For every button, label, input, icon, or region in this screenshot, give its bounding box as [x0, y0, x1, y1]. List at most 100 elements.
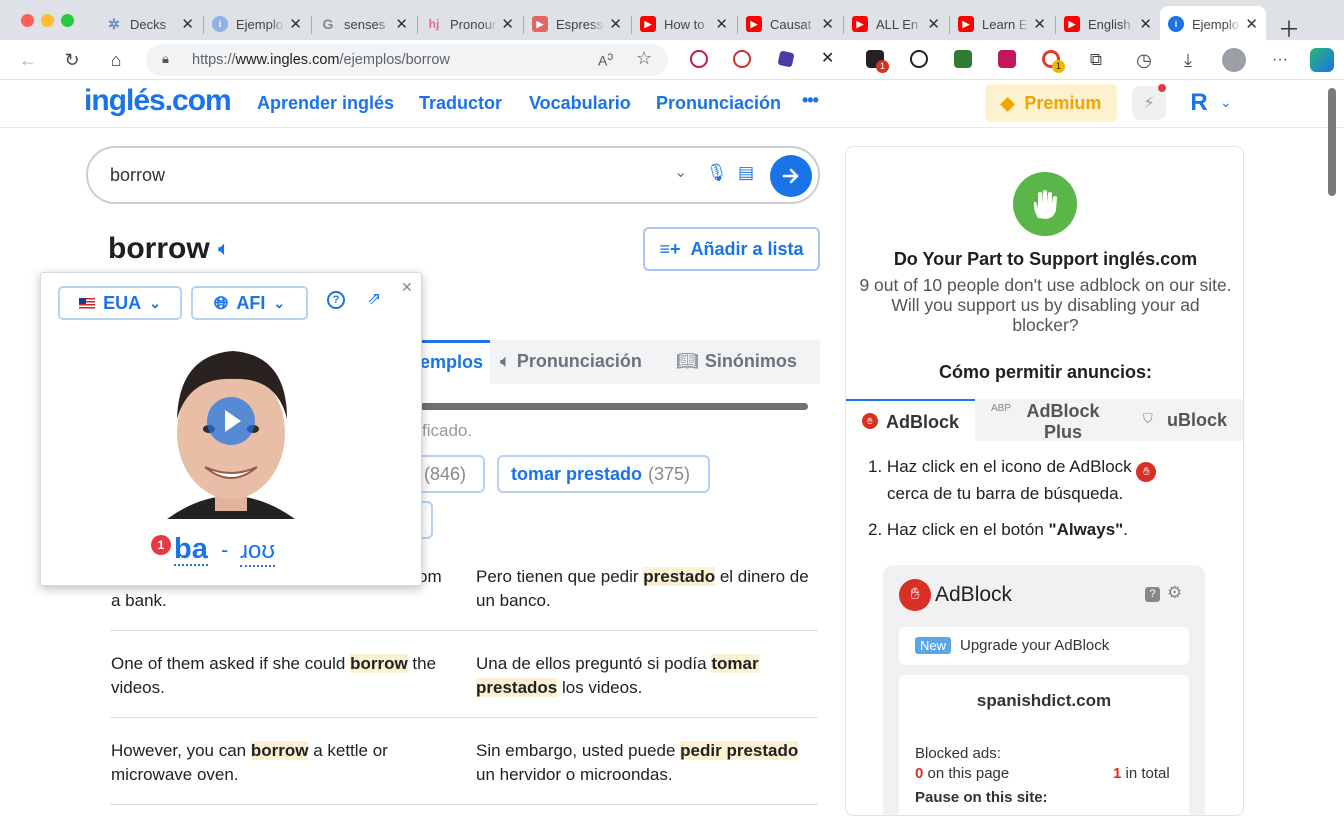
tab-ublock[interactable]: ⛉ uBlock [1115, 399, 1243, 441]
notation-select[interactable]: 🌐︎ AFI ⌄ [191, 286, 308, 320]
browser-tab[interactable]: hj Pronoun ✕ [418, 8, 522, 40]
adblock-title: Do Your Part to Support inglés.com [893, 249, 1198, 269]
window-zoom-button[interactable] [61, 14, 74, 27]
translation-chip[interactable]: tomar prestado (375) [497, 455, 710, 493]
profile-avatar[interactable] [1222, 48, 1246, 72]
example-es: Pero tienen que pedir prestado el dinero… [476, 567, 809, 610]
close-icon[interactable]: ✕ [395, 15, 408, 33]
copilot-icon[interactable] [1310, 48, 1334, 72]
headword: borrow [108, 232, 210, 265]
abp-icon: ABP [991, 403, 1012, 414]
browser-tab[interactable]: ▶ Causat ✕ [738, 8, 842, 40]
browser-tab[interactable]: ▶ How to ✕ [632, 8, 736, 40]
close-icon[interactable]: ✕ [821, 15, 834, 33]
extension-grid-icon[interactable] [998, 50, 1016, 68]
stressed-syllable[interactable]: ba [174, 534, 208, 566]
speaker-icon[interactable]: 🔈︎ [218, 238, 230, 261]
browser-tab-active[interactable]: i Ejemplo ✕ [1160, 6, 1266, 42]
nav-aprender[interactable]: Aprender inglés [257, 93, 394, 114]
extension-record-icon[interactable] [910, 50, 928, 68]
browser-tab[interactable]: ✲ Decks ✕ [98, 8, 202, 40]
page-scrollbar[interactable] [1328, 88, 1336, 196]
download-icon[interactable]: ⤓ [1176, 48, 1200, 72]
tab-sinonimos[interactable]: 📖︎ Sinónimos [676, 351, 797, 372]
adblock-icon: ✋︎ [862, 413, 878, 429]
extensions-puzzle-icon[interactable]: ⧉ [1084, 48, 1108, 72]
blocked-on-page: 0 on this page [915, 765, 1010, 782]
gear-icon[interactable]: ⚙︎ [1167, 583, 1182, 603]
syllable[interactable]: ɹoʊ [240, 537, 275, 567]
google-icon: G [322, 16, 334, 32]
close-icon[interactable]: ✕ [289, 15, 302, 33]
external-link-icon[interactable]: ⇗ [367, 289, 381, 309]
youtube-icon: ▶ [640, 16, 656, 32]
add-to-list-button[interactable]: ≡+ Añadir a lista [643, 227, 820, 271]
site-logo[interactable]: inglés.com [84, 84, 232, 118]
browser-tab[interactable]: ▶ Learn E ✕ [950, 8, 1054, 40]
chevron-down-icon[interactable]: ⌄ [674, 162, 687, 182]
window-close-button[interactable] [21, 14, 34, 27]
window-minimize-button[interactable] [41, 14, 54, 27]
more-menu-icon[interactable]: ··· [1268, 48, 1292, 72]
tab-pronunciacion[interactable]: 🔈︎ Pronunciación [500, 351, 642, 372]
browser-tab[interactable]: ▶ ALL En ✕ [844, 8, 948, 40]
address-bar[interactable]: 🔒︎ https://www.ingles.com/ejemplos/borro… [146, 44, 668, 76]
close-icon[interactable]: ✕ [609, 15, 622, 33]
extension-arrows-icon[interactable]: ✕ [821, 48, 839, 67]
chevron-down-icon: ⌄ [149, 294, 161, 311]
read-aloud-icon[interactable]: Aↄ [598, 50, 613, 69]
lock-icon[interactable]: 🔒︎ [162, 51, 169, 67]
nav-traductor[interactable]: Traductor [419, 93, 502, 114]
reload-icon[interactable]: ↻ [60, 48, 84, 72]
close-icon[interactable]: ✕ [927, 15, 940, 33]
row-divider [110, 630, 818, 631]
browser-tab[interactable]: ▶ Espresso ✕ [524, 8, 630, 40]
nav-pronunciacion[interactable]: Pronunciación [656, 93, 781, 114]
help-icon[interactable]: ? [1145, 587, 1160, 602]
us-flag-icon [79, 297, 96, 309]
chevron-down-icon: ⌄ [273, 294, 286, 311]
close-icon[interactable]: ✕ [1033, 15, 1046, 33]
info-icon: i [1168, 16, 1184, 32]
history-icon[interactable]: ◷ [1132, 48, 1156, 72]
url-text[interactable]: https://www.ingles.com/ejemplos/borrow [192, 52, 450, 68]
tab-adblock[interactable]: ✋︎ AdBlock [846, 399, 975, 441]
nav-more-button[interactable]: ••• [802, 90, 819, 111]
diamond-icon: ◆ [1000, 92, 1015, 113]
extension-play-icon[interactable] [690, 50, 708, 68]
syllable-badge: 1 [151, 535, 171, 555]
browser-tab[interactable]: ▶ English ✕ [1056, 8, 1160, 40]
favorite-star-icon[interactable]: ☆ [636, 48, 652, 69]
close-icon[interactable]: ✕ [501, 15, 514, 33]
tab-adblock-plus[interactable]: ABP AdBlock Plus [975, 399, 1115, 442]
tab-ejemplos[interactable]: emplos [420, 340, 490, 384]
close-icon[interactable]: ✕ [1245, 15, 1258, 33]
dialect-select[interactable]: EUA ⌄ [58, 286, 182, 320]
close-icon[interactable]: ✕ [181, 15, 194, 33]
browser-tab[interactable]: i Ejemplo ✕ [204, 8, 310, 40]
browser-tab[interactable]: G senses ✕ [312, 8, 416, 40]
extension-pen-icon[interactable] [777, 50, 795, 68]
extension-download-icon[interactable] [954, 50, 972, 68]
speaker-video[interactable] [137, 333, 325, 519]
search-input[interactable] [110, 165, 670, 186]
example-es: Una de ellos preguntó si podía tomar pre… [476, 654, 759, 697]
back-icon[interactable]: ← [16, 48, 40, 72]
search-submit-button[interactable] [770, 155, 812, 197]
chevron-down-icon[interactable]: ⌄ [1220, 94, 1232, 111]
book-icon: 📖︎ [676, 351, 699, 371]
close-icon[interactable]: ✕ [1139, 15, 1152, 33]
close-icon[interactable]: ✕ [401, 279, 413, 296]
adblock-notice: Do Your Part to Support inglés.com 9 out… [845, 146, 1244, 816]
home-icon[interactable]: ⌂ [104, 48, 128, 72]
user-avatar[interactable]: R [1183, 86, 1215, 120]
close-icon[interactable]: ✕ [715, 15, 728, 33]
extension-search-icon[interactable] [733, 50, 751, 68]
help-icon[interactable]: ? [327, 291, 345, 309]
document-search-icon[interactable]: ▤ [738, 163, 754, 183]
example-en: One of them asked if she could borrow th… [111, 654, 437, 697]
nav-vocabulario[interactable]: Vocabulario [529, 93, 631, 114]
upgrade-banner[interactable]: New Upgrade your AdBlock [899, 627, 1189, 665]
microphone-icon[interactable]: 🎙︎ [706, 163, 728, 183]
premium-button[interactable]: ◆ Premium [985, 84, 1117, 122]
